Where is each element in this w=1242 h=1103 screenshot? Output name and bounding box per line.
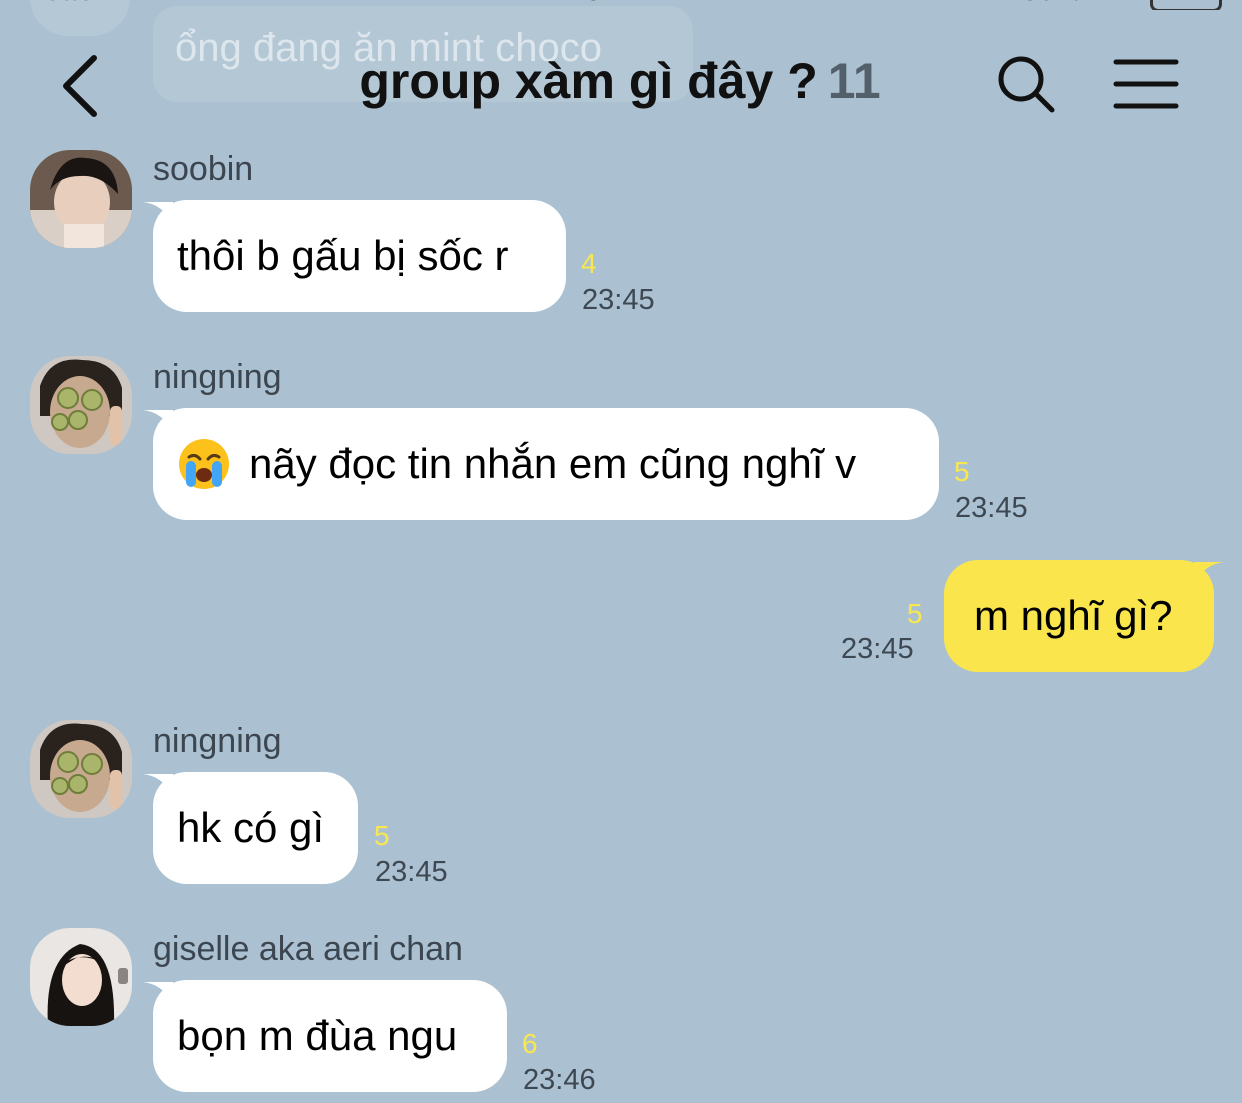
my-message-bubble[interactable]: m nghĩ gì?	[944, 560, 1224, 672]
message-bubble[interactable]: thôi b gấu bị sốc r	[143, 200, 566, 312]
avatar[interactable]	[30, 928, 132, 1026]
search-icon	[998, 56, 1055, 113]
crying-face-icon	[179, 439, 229, 489]
sender-name: giselle aka aeri chan	[153, 930, 463, 968]
bubble-tail	[143, 410, 173, 430]
message-bubble[interactable]: nãy đọc tin nhắn em cũng nghĩ v	[143, 408, 939, 520]
message-bubble[interactable]: hk có gì	[143, 772, 358, 884]
bubble-tail	[1194, 562, 1224, 582]
unread-count: 5	[954, 456, 970, 487]
unread-count: 5	[907, 598, 923, 629]
menu-button[interactable]	[1112, 54, 1180, 114]
profile-photo	[30, 356, 132, 454]
notice-avatar	[30, 0, 130, 36]
message-text: m nghĩ gì?	[974, 592, 1173, 639]
message-text: hk có gì	[177, 804, 325, 851]
unread-count: 6	[522, 1028, 538, 1059]
battery-icon	[1150, 0, 1222, 10]
unread-count: 4	[581, 248, 597, 279]
profile-photo	[30, 150, 132, 248]
message-time: 23:46	[523, 1064, 596, 1096]
bubble-tail	[143, 202, 173, 222]
avatar[interactable]	[30, 720, 132, 818]
sender-name: ningning	[153, 722, 282, 760]
bubble-tail	[143, 982, 173, 1002]
menu-icon	[1113, 59, 1179, 109]
back-chevron-icon	[63, 55, 97, 117]
message-time: 23:45	[375, 856, 448, 888]
member-count: 11	[827, 53, 881, 109]
avatar[interactable]	[30, 150, 132, 248]
search-button[interactable]	[994, 52, 1058, 116]
chat-header: group xàm gì đây ? 11	[300, 52, 940, 122]
message-bubble[interactable]: bọn m đùa ngu	[143, 980, 507, 1092]
avatar[interactable]	[30, 356, 132, 454]
message-time: 23:45	[841, 633, 914, 665]
battery-percent: 59%	[1022, 0, 1082, 8]
chat-title: group xàm gì đây ?	[359, 53, 818, 109]
message-text: thôi b gấu bị sốc r	[177, 232, 509, 279]
profile-photo	[30, 720, 132, 818]
message-time: 23:45	[955, 492, 1028, 524]
back-button[interactable]	[50, 48, 120, 124]
profile-photo	[30, 928, 132, 1026]
unread-count: 5	[374, 820, 390, 851]
sender-name: soobin	[153, 150, 254, 188]
message-text: bọn m đùa ngu	[177, 1012, 458, 1059]
message-text: nãy đọc tin nhắn em cũng nghĩ v	[249, 440, 857, 487]
sender-name: ningning	[153, 358, 282, 396]
message-time: 23:45	[582, 284, 655, 316]
bubble-tail	[143, 774, 173, 794]
